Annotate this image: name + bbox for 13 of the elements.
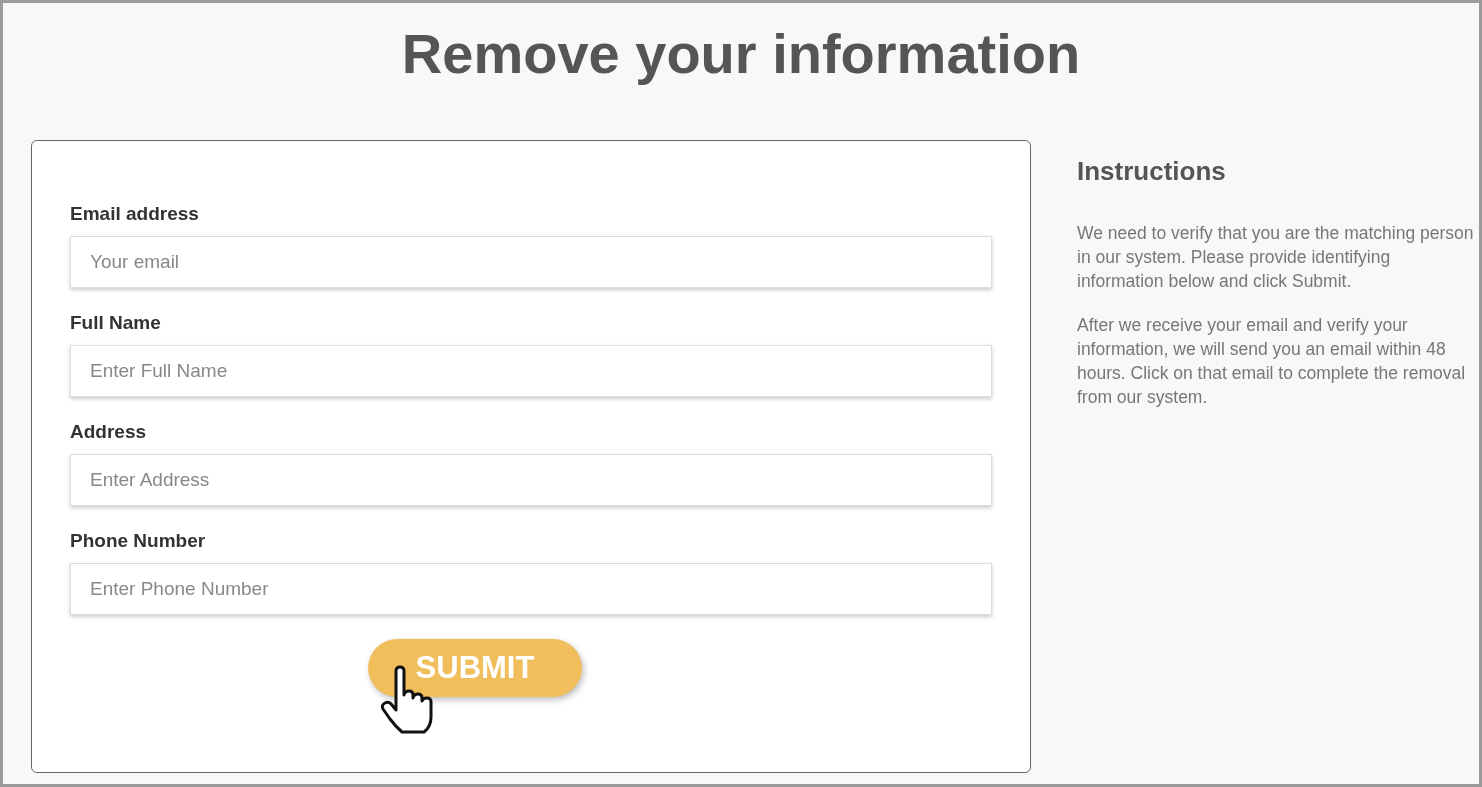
input-field[interactable]: Your email <box>70 236 992 288</box>
instructions-heading: Instructions <box>1077 156 1227 187</box>
instructions-paragraph: We need to verify that you are the matching person in our system. Please provide identifying information below and click Submit. <box>1077 222 1475 293</box>
field-label: Phone Number <box>70 530 206 552</box>
input-field[interactable]: Enter Address <box>70 454 992 506</box>
field-label: Email address <box>70 203 199 225</box>
field-label: Address <box>70 421 147 443</box>
field-label: Full Name <box>70 312 161 334</box>
input-field[interactable]: Enter Full Name <box>70 345 992 397</box>
input-field[interactable]: Enter Phone Number <box>70 563 992 615</box>
submit-button[interactable]: SUBMIT <box>368 639 582 697</box>
page-title: Remove your information <box>400 21 1082 87</box>
instructions-paragraph: After we receive your email and verify your information, we will send you an email within 48 hours. Click on that email to complete the removal from our system. <box>1077 314 1467 409</box>
